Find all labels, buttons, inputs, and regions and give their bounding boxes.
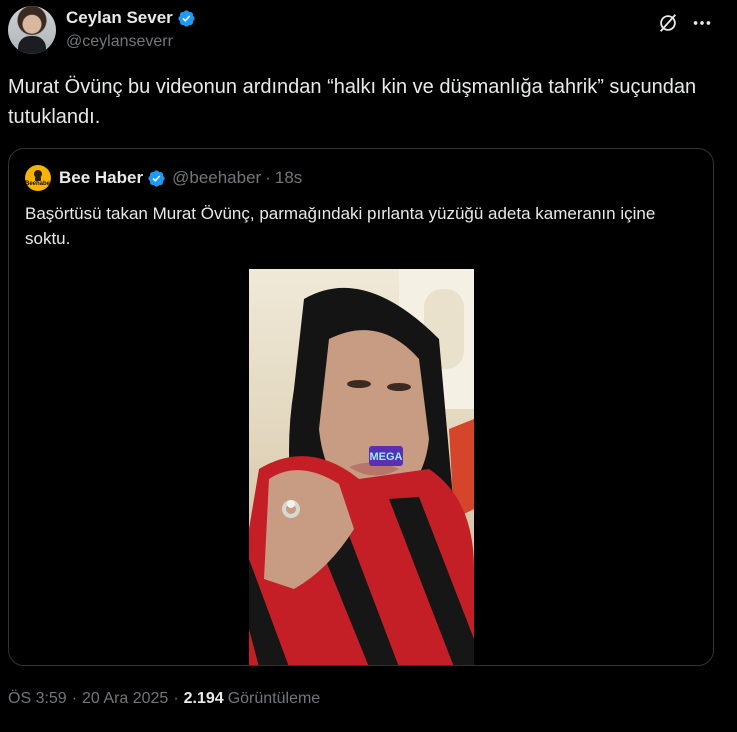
quoted-avatar-text: Beehaber <box>25 181 51 187</box>
views-count: 2.194 <box>183 690 224 707</box>
grok-icon[interactable] <box>657 12 679 34</box>
quoted-separator: · <box>265 168 271 187</box>
tweet-text: Murat Övünç bu videonun ardından “halkı … <box>8 76 697 128</box>
quoted-tweet-header: Beehaber Bee Haber @beehaber · 18s <box>25 165 302 191</box>
quoted-timestamp[interactable]: 18s <box>275 168 302 188</box>
author-handle[interactable]: @ceylanseverr <box>66 33 173 51</box>
more-icon[interactable] <box>691 12 713 34</box>
footer-separator: · <box>173 690 179 707</box>
bee-logo-icon <box>34 170 42 181</box>
author-name[interactable]: Ceylan Sever <box>66 8 173 28</box>
quoted-author-name[interactable]: Bee Haber <box>59 168 143 188</box>
tweet-date[interactable]: 20 Ara 2025 <box>82 690 168 708</box>
author-avatar[interactable] <box>8 6 56 54</box>
verified-badge-icon <box>178 9 195 27</box>
footer-separator: · <box>71 690 78 707</box>
quoted-media-video[interactable]: MEGA <box>249 269 474 665</box>
author-name-row: Ceylan Sever <box>66 8 196 28</box>
views-label: Görüntüleme <box>227 690 321 707</box>
tweet-header: Ceylan Sever @ceylanseverr <box>8 6 737 58</box>
quoted-author-avatar[interactable]: Beehaber <box>25 165 51 191</box>
mega-sticker-text: MEGA <box>370 451 403 463</box>
quoted-tweet-text: Başörtüsü takan Murat Övünç, parmağındak… <box>25 204 656 248</box>
quoted-author-handle[interactable]: @beehaber <box>172 168 261 188</box>
quoted-tweet[interactable]: Beehaber Bee Haber @beehaber · 18s Başör… <box>8 148 714 666</box>
tweet-footer: ÖS 3:59 · 20 Ara 2025 · 2.194 Görüntülem… <box>8 690 320 708</box>
tweet-time[interactable]: ÖS 3:59 <box>8 690 67 708</box>
quoted-verified-badge-icon <box>148 169 165 187</box>
video-frame-image: MEGA <box>249 269 474 665</box>
